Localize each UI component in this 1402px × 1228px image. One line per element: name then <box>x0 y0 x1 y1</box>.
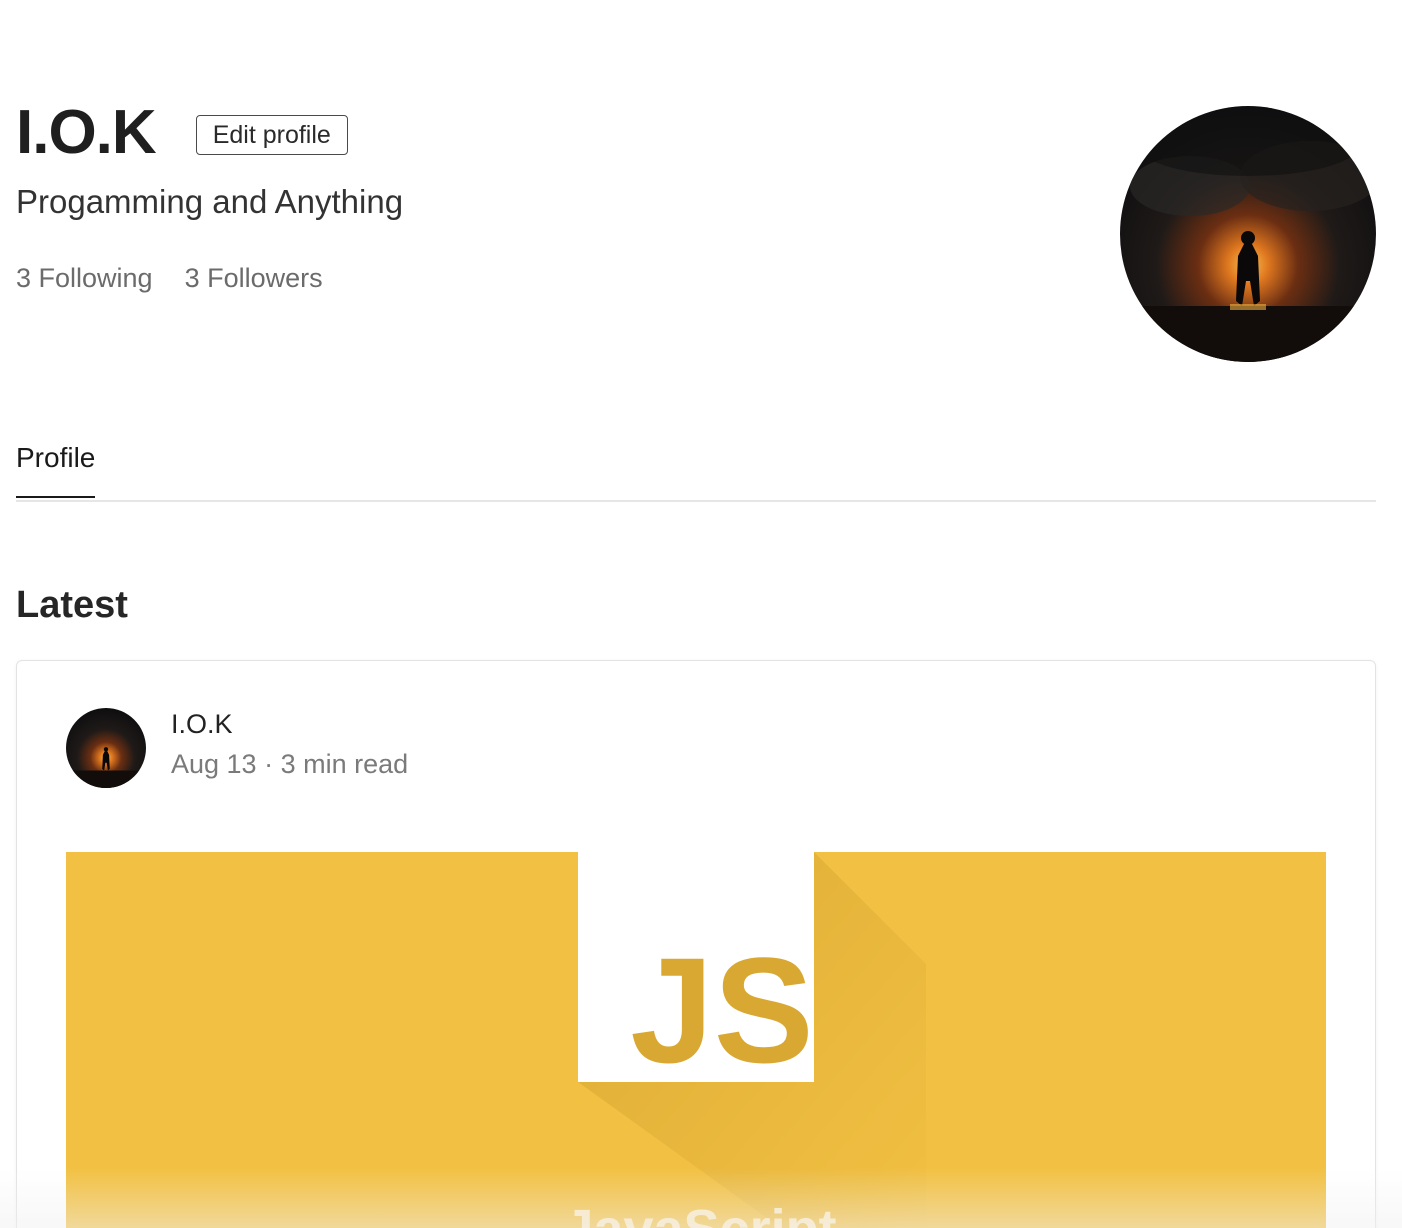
tab-profile[interactable]: Profile <box>16 442 96 498</box>
profile-page: I.O.K Edit profile Progamming and Anythi… <box>0 0 1402 1228</box>
post-card[interactable]: I.O.K Aug 13 · 3 min read JS JavaScript <box>16 660 1376 1228</box>
js-logo-text: JS <box>630 926 813 1094</box>
javascript-caption: JavaScript <box>563 1199 836 1228</box>
profile-name: I.O.K <box>16 98 157 167</box>
profile-avatar[interactable] <box>1120 106 1376 362</box>
profile-tabs: Profile <box>16 430 1376 502</box>
followers-link[interactable]: 3 Followers <box>185 263 323 294</box>
soldier-silhouette-image <box>1120 106 1376 362</box>
post-hero-image[interactable]: JS JavaScript <box>66 852 1326 1228</box>
author-avatar[interactable] <box>66 708 146 788</box>
post-author[interactable]: I.O.K <box>171 709 233 740</box>
edit-profile-button[interactable]: Edit profile <box>195 115 348 155</box>
soldier-silhouette-thumbnail <box>66 708 146 788</box>
post-meta: Aug 13 · 3 min read <box>171 749 409 779</box>
profile-stats: 3 Following 3 Followers <box>16 263 323 294</box>
following-link[interactable]: 3 Following <box>16 263 153 294</box>
latest-heading: Latest <box>16 584 128 626</box>
javascript-logo-image: JS JavaScript <box>66 852 1326 1228</box>
profile-bio: Progamming and Anything <box>16 183 404 220</box>
